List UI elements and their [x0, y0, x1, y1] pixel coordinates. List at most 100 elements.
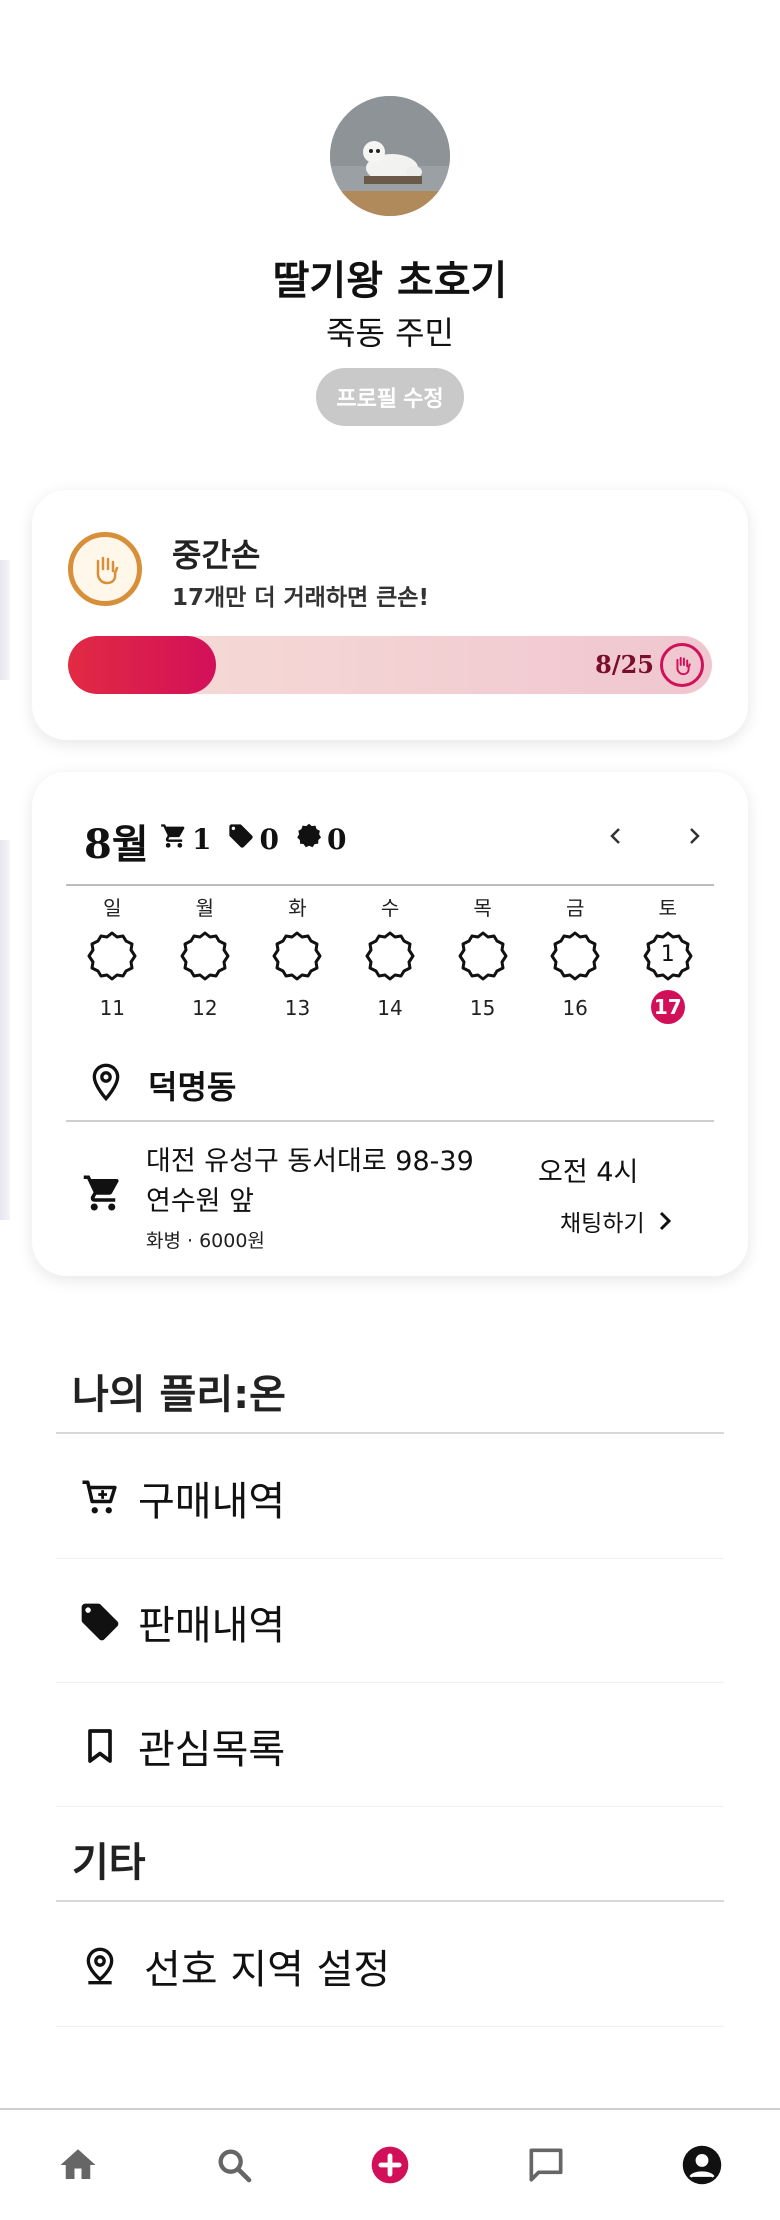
search-icon: [218, 2149, 252, 2183]
menu-item-preferred-region[interactable]: 선호 지역 설정: [56, 1906, 724, 2026]
chevron-right-icon: [690, 828, 700, 844]
cart-outline-icon: [72, 1477, 128, 1519]
transaction-divider: [66, 1120, 714, 1122]
avatar[interactable]: [330, 96, 450, 216]
progress-fill: [68, 636, 216, 694]
date-row: 11 12 13 14 15 16 17: [66, 990, 714, 1024]
chevron-left-icon: [610, 828, 620, 844]
day-badge[interactable]: [344, 930, 437, 982]
chat-label: 채팅하기: [560, 1211, 645, 1237]
chat-icon: [529, 2148, 563, 2182]
location-pin-icon: [86, 1062, 126, 1106]
menu-item-purchases[interactable]: 구매내역: [56, 1438, 724, 1558]
location-pin-icon: [72, 1946, 128, 1986]
tag-icon: [72, 1600, 128, 1644]
weekday-label: 월: [195, 896, 215, 920]
menu-label: 구매내역: [138, 1479, 286, 1525]
address-line-1: 대전 유성구 동서대로 98-39: [146, 1146, 474, 1177]
seal-icon: [295, 822, 323, 857]
bottom-navigation: [0, 2108, 780, 2220]
day-badge[interactable]: [436, 930, 529, 982]
calendar-divider: [66, 884, 714, 886]
menu-label: 관심목록: [138, 1727, 286, 1773]
seal-outline-icon: [180, 931, 230, 981]
bookmark-icon: [72, 1726, 128, 1766]
nav-chat[interactable]: [468, 2110, 624, 2220]
other-count: 0: [326, 823, 347, 856]
edit-profile-button[interactable]: 프로필 수정: [316, 368, 464, 426]
date-label: 16: [562, 996, 588, 1020]
section-title-etc: 기타: [72, 1840, 146, 1886]
decorative-band: [0, 560, 10, 680]
seal-outline-icon: [87, 931, 137, 981]
weekday-label: 목: [473, 896, 492, 920]
nav-account[interactable]: [624, 2110, 780, 2220]
decorative-band: [0, 840, 10, 1220]
chevron-right-icon: [659, 1211, 671, 1231]
hand-icon: [68, 532, 142, 606]
seal-outline-icon: [458, 931, 508, 981]
level-progress-bar: 8/25: [68, 636, 712, 694]
progress-text: 8/25: [595, 650, 654, 679]
date-label: 14: [377, 996, 403, 1020]
day-badge[interactable]: [529, 930, 622, 982]
day-badge-active[interactable]: 1: [621, 930, 714, 982]
cart-icon: [160, 822, 188, 857]
sell-count: 0: [259, 823, 279, 856]
add-icon: [371, 2146, 409, 2184]
transaction-address: 대전 유성구 동서대로 98-39 연수원 앞: [146, 1142, 486, 1222]
section-title-my: 나의 플리:온: [72, 1372, 286, 1418]
date-label: 11: [99, 996, 126, 1020]
level-subtitle: 17개만 더 거래하면 큰손!: [172, 585, 429, 611]
item-divider: [56, 2026, 724, 2027]
transaction-meta: 화병 · 6000원: [146, 1230, 265, 1252]
next-week-button[interactable]: [672, 814, 716, 858]
home-icon: [60, 2149, 96, 2179]
today-marker: 17: [650, 990, 685, 1024]
section-divider: [56, 1432, 724, 1434]
account-icon: [682, 2145, 722, 2185]
item-divider: [56, 1682, 724, 1683]
item-divider: [56, 1806, 724, 1807]
date-label: 15: [469, 996, 496, 1020]
prev-week-button[interactable]: [594, 814, 638, 858]
date-label: 12: [192, 996, 218, 1020]
section-divider: [56, 1900, 724, 1902]
address-line-2: 연수원 앞: [146, 1186, 254, 1217]
day-badge[interactable]: [66, 930, 159, 982]
chat-button[interactable]: 채팅하기: [560, 1204, 675, 1238]
day-badge[interactable]: [159, 930, 252, 982]
calendar-card: 8월 1 0 0 일 월 화 수 목 금 토 1 11 12 13 14 15 …: [32, 772, 748, 1276]
seal-outline-icon: [272, 931, 322, 981]
nav-add[interactable]: [312, 2110, 468, 2220]
day-badge-row: 1: [66, 930, 714, 982]
seal-outline-icon: [550, 931, 600, 981]
nav-home[interactable]: [0, 2110, 156, 2220]
hand-icon: [660, 643, 704, 687]
tag-icon: [227, 822, 255, 857]
weekday-label: 화: [288, 896, 307, 920]
weekday-label: 금: [565, 896, 585, 920]
weekday-row: 일 월 화 수 목 금 토: [66, 892, 714, 921]
profile-subtitle: 죽동 주민: [326, 314, 454, 352]
day-badge-count: 1: [660, 942, 675, 967]
day-badge[interactable]: [251, 930, 344, 982]
profile-name: 딸기왕 초호기: [272, 258, 508, 304]
weekday-label: 수: [380, 896, 400, 920]
cart-icon: [82, 1172, 124, 1218]
weekday-label: 토: [658, 896, 677, 920]
menu-label: 판매내역: [138, 1603, 286, 1649]
level-card: 중간손 17개만 더 거래하면 큰손! 8/25: [32, 490, 748, 740]
menu-item-wishlist[interactable]: 관심목록: [56, 1686, 724, 1806]
date-label: 13: [284, 996, 311, 1020]
nav-search[interactable]: [156, 2110, 312, 2220]
date-label-today: 17: [621, 990, 714, 1024]
transaction-time: 오전 4시: [538, 1157, 639, 1188]
calendar-stats: 1 0 0: [160, 822, 356, 857]
weekday-label: 일: [103, 896, 122, 920]
menu-item-sales[interactable]: 판매내역: [56, 1562, 724, 1682]
item-divider: [56, 1558, 724, 1559]
level-title: 중간손: [172, 536, 261, 574]
seal-outline-icon: [365, 931, 415, 981]
transaction-location: 덕명동: [148, 1068, 237, 1106]
